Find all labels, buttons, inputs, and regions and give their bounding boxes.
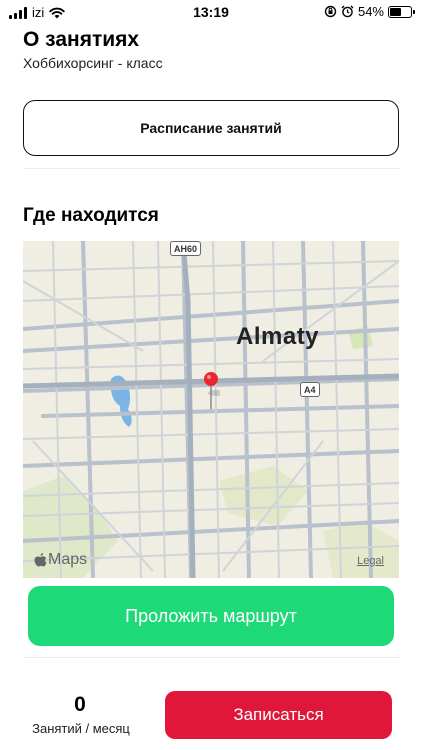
maps-logo: Maps [34,551,87,569]
section-title-about: О занятиях [23,28,140,51]
map-pin-icon[interactable] [202,371,220,411]
apple-icon [34,552,47,566]
maps-logo-text: Maps [48,551,88,568]
section-title-location: Где находится [23,205,159,226]
road-shield-a4: A4 [300,382,320,397]
road-shield-ah60: AH60 [170,241,202,256]
status-right: 54% [324,4,415,19]
legal-link[interactable]: Legal [357,555,384,567]
lessons-count: 0 [74,693,86,716]
schedule-button[interactable]: Расписание занятий [23,100,399,156]
class-name: Хоббихорсинг - класс [23,55,163,71]
divider [23,168,399,169]
status-bar: izi 13:19 54% [0,0,422,24]
orientation-lock-icon [324,5,337,18]
map-city-label: Almaty [236,323,320,350]
map-view[interactable]: AH60 A4 Almaty Maps Legal [23,241,399,578]
signup-button[interactable]: Записаться [165,691,392,739]
build-route-button[interactable]: Проложить маршрут [28,586,394,646]
battery-percent: 54% [357,4,384,19]
divider [23,657,399,658]
alarm-icon [341,5,354,18]
battery-icon [388,5,415,18]
lessons-per-month-label: Занятий / месяц [32,721,130,736]
